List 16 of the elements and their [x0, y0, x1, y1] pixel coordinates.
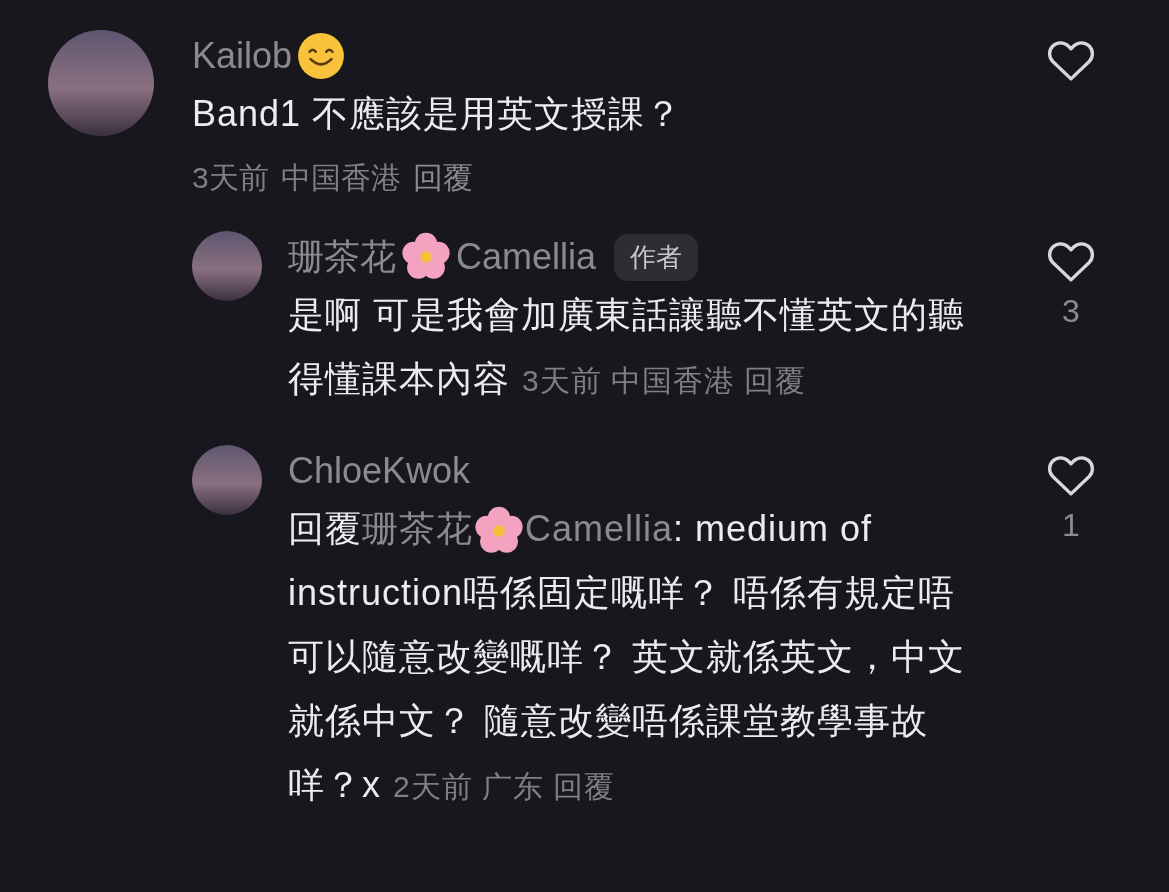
comment-text: Band1 不應該是用英文授課？: [192, 92, 684, 136]
like-count: 3: [1062, 293, 1080, 330]
author-badge: 作者: [614, 233, 699, 281]
username[interactable]: Camellia: [456, 236, 597, 278]
comment-time: 3天前: [192, 160, 269, 196]
reply-meta: 2天前 广东 回覆: [393, 770, 616, 803]
username[interactable]: 珊茶花: [288, 232, 396, 282]
smiley-icon: [296, 31, 347, 81]
reply-text: 回覆珊茶花 Camellia: medium of instruction唔係固定嘅咩？ 唔係有規定唔可以隨意改變嘅咩？ 英文就係英文，中文就係中文？ 隨意改變唔係課堂教學事故咩？x 2天前 广东 回覆: [288, 497, 988, 819]
comment-location: 中国香港: [280, 160, 401, 196]
reply-meta: 3天前 中国香港 回覆: [522, 364, 807, 397]
like-count: 1: [1062, 507, 1080, 544]
username[interactable]: ChloeKwok: [288, 450, 471, 492]
username[interactable]: Kailob: [192, 35, 293, 77]
reply-text: 是啊 可是我會加廣東話讓聽不懂英文的聽得懂課本內容 3天前 中国香港 回覆: [288, 293, 966, 401]
reply-link[interactable]: 回覆: [412, 158, 473, 199]
